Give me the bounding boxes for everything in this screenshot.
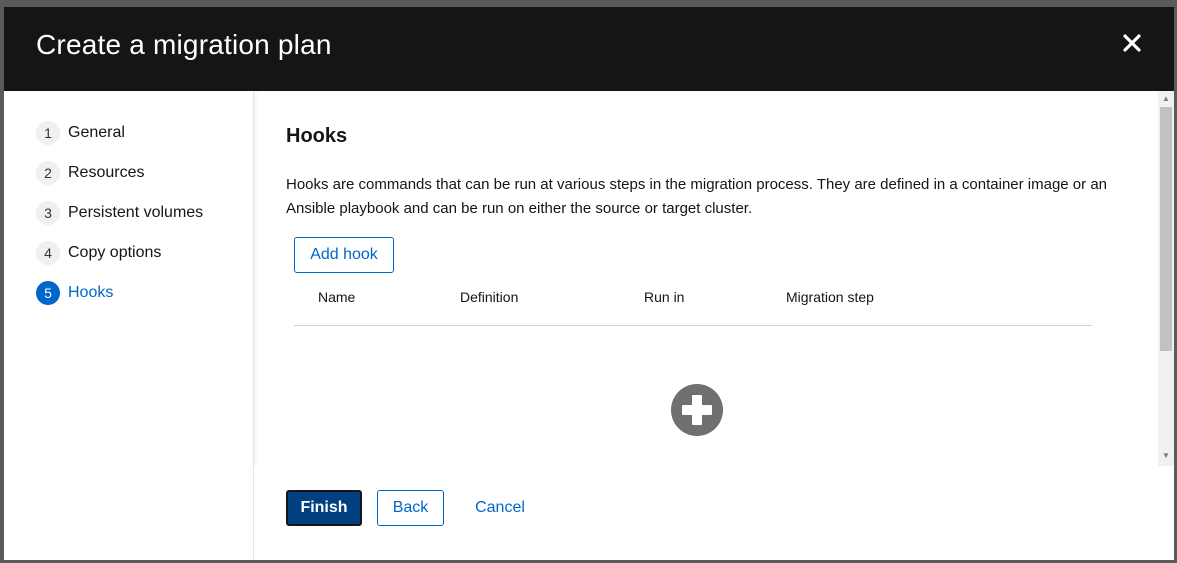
- nav-item-label: Copy options: [68, 244, 162, 261]
- column-header-migration-step[interactable]: Migration step: [786, 289, 874, 305]
- column-header-run-in[interactable]: Run in: [644, 289, 684, 305]
- column-header-definition[interactable]: Definition: [460, 289, 518, 305]
- section-title: Hooks: [286, 125, 348, 147]
- scrollbar-thumb[interactable]: [1160, 107, 1172, 351]
- modal-header: Create a migration plan: [4, 7, 1174, 91]
- wizard-nav: 1 General 2 Resources 3 Persistent volum…: [4, 91, 254, 560]
- finish-button[interactable]: Finish: [286, 490, 362, 526]
- column-header-name[interactable]: Name: [318, 289, 355, 305]
- table-divider: [294, 325, 1092, 326]
- wizard-content: Hooks Hooks are commands that can be run…: [254, 91, 1158, 466]
- migration-plan-modal: Create a migration plan 1 General 2 Reso…: [4, 7, 1174, 560]
- step-number: 4: [36, 241, 60, 265]
- nav-item-label: Hooks: [68, 284, 114, 301]
- step-number: 5: [36, 281, 60, 305]
- modal-title: Create a migration plan: [36, 29, 332, 60]
- step-number: 3: [36, 201, 60, 225]
- close-button[interactable]: [1120, 31, 1144, 55]
- close-icon: [1123, 34, 1141, 52]
- wizard-footer: Finish Back Cancel: [254, 466, 1174, 560]
- nav-item-label: General: [68, 124, 125, 141]
- scroll-down-arrow-icon[interactable]: ▼: [1162, 451, 1170, 463]
- hooks-description: Hooks are commands that can be run at va…: [286, 176, 1108, 217]
- scroll-up-arrow-icon[interactable]: ▲: [1162, 94, 1170, 106]
- window-frame: Create a migration plan 1 General 2 Reso…: [0, 0, 1177, 563]
- cancel-button[interactable]: Cancel: [464, 490, 536, 526]
- nav-item-label: Resources: [68, 164, 145, 181]
- nav-item-copy-options[interactable]: 4 Copy options: [36, 241, 161, 265]
- add-hook-button[interactable]: Add hook: [294, 237, 394, 273]
- nav-item-hooks[interactable]: 5 Hooks: [36, 281, 113, 305]
- step-number: 2: [36, 161, 60, 185]
- nav-item-persistent-volumes[interactable]: 3 Persistent volumes: [36, 201, 203, 225]
- content-scrollbar[interactable]: ▲ ▼: [1158, 91, 1174, 466]
- nav-item-general[interactable]: 1 General: [36, 121, 125, 145]
- nav-item-label: Persistent volumes: [68, 204, 204, 221]
- nav-item-resources[interactable]: 2 Resources: [36, 161, 144, 185]
- plus-circle-icon[interactable]: [670, 383, 724, 437]
- step-number: 1: [36, 121, 60, 145]
- back-button[interactable]: Back: [377, 490, 444, 526]
